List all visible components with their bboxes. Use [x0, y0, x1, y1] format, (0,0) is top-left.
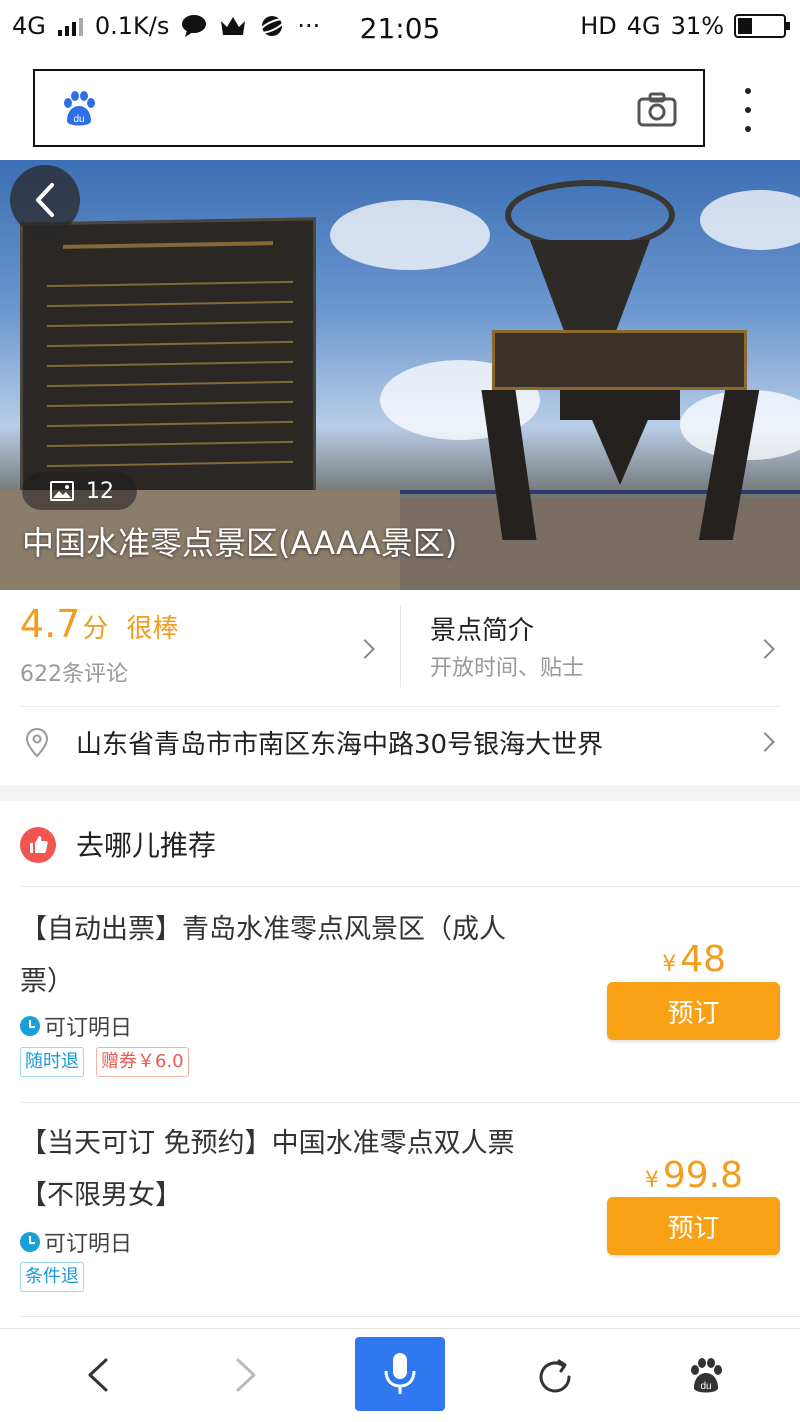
rating-score: 4.7	[20, 602, 81, 646]
location-pin-icon	[25, 728, 49, 758]
search-bar[interactable]: du	[33, 69, 705, 147]
rating-block[interactable]: 4.7 分 很棒	[20, 602, 178, 646]
forward-arrow-icon[interactable]	[232, 1358, 262, 1392]
more-vertical-icon[interactable]	[736, 88, 760, 132]
clock-icon	[20, 1232, 40, 1252]
battery-percent: 31%	[670, 12, 724, 40]
back-button[interactable]	[10, 165, 80, 235]
product-price: ¥99.8	[644, 1155, 743, 1196]
divider	[20, 1316, 800, 1317]
photo-count-badge[interactable]: 12	[22, 472, 137, 510]
rating-word: 很棒	[126, 614, 179, 644]
network-type-right: 4G	[626, 12, 661, 40]
rating-unit: 分	[82, 614, 109, 644]
intro-title[interactable]: 景点简介	[430, 610, 534, 647]
address-text[interactable]: 山东省青岛市市南区东海中路30号银海大世界	[76, 724, 603, 761]
coupon-tag: 赠券￥6.0	[96, 1047, 189, 1077]
back-arrow-icon[interactable]	[82, 1358, 112, 1392]
divider	[20, 1102, 800, 1103]
stele-photo	[20, 217, 316, 503]
voice-search-button[interactable]	[355, 1337, 445, 1411]
refund-tag: 随时退	[20, 1047, 84, 1077]
product-availability: 可订明日	[20, 1010, 132, 1042]
hd-indicator: HD	[580, 12, 617, 40]
section-gap	[0, 785, 800, 801]
divider	[400, 605, 401, 687]
camera-icon[interactable]	[637, 91, 677, 127]
divider	[20, 706, 780, 707]
status-bar: 4G 0.1K/s ··· 21:05 HD 4G 31%	[0, 0, 800, 56]
monument-ring	[505, 180, 675, 250]
product-price: ¥48	[662, 939, 726, 980]
baidu-paw-icon: du	[64, 91, 95, 126]
photo-count: 12	[86, 478, 114, 504]
refund-tag: 条件退	[20, 1262, 84, 1292]
product-availability: 可订明日	[20, 1226, 132, 1258]
svg-text:du: du	[73, 114, 84, 125]
divider	[20, 886, 800, 887]
battery-icon	[734, 14, 790, 38]
baidu-paw-icon[interactable]: du	[686, 1356, 726, 1396]
recommend-title: 去哪儿推荐	[76, 829, 217, 862]
book-button[interactable]: 预订	[607, 982, 780, 1040]
image-icon	[50, 481, 74, 501]
clock-icon	[20, 1016, 40, 1036]
microphone-icon	[384, 1353, 416, 1394]
book-button[interactable]: 预订	[607, 1197, 780, 1255]
review-count[interactable]: 622条评论	[20, 656, 128, 688]
monument-plaque	[492, 330, 747, 390]
product-name[interactable]: 【当天可订 免预约】中国水准零点双人票 【不限男女】	[20, 1118, 580, 1222]
thumbs-up-icon	[20, 827, 56, 863]
chevron-left-icon	[36, 183, 54, 217]
scenic-title: 中国水准零点景区(AAAA景区)	[22, 524, 458, 562]
svg-text:du: du	[700, 1381, 711, 1392]
refresh-icon[interactable]	[535, 1357, 575, 1397]
product-name[interactable]: 【自动出票】青岛水准零点风景区（成人 票）	[20, 904, 580, 1008]
intro-subtitle: 开放时间、贴士	[430, 656, 585, 681]
